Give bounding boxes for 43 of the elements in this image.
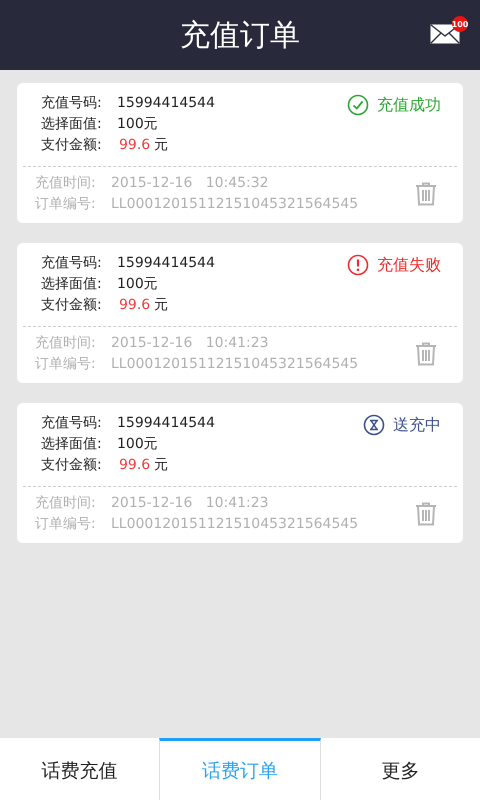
currency-unit: 元 (154, 456, 168, 475)
order-number: LL00012015112151045321564545 (111, 355, 358, 374)
field-label: 选择面值: (41, 115, 103, 134)
field-label: 充值时间: (35, 334, 97, 353)
order-status: 送充中 (393, 414, 441, 436)
currency-unit: 元 (154, 296, 168, 315)
phone-number: 15994414544 (117, 414, 215, 433)
payment-amount: 99.6 (119, 296, 150, 315)
field-label: 选择面值: (41, 435, 103, 454)
face-value: 100元 (117, 115, 158, 134)
phone-number: 15994414544 (117, 254, 215, 273)
field-label: 订单编号: (35, 195, 97, 214)
trash-icon[interactable] (415, 182, 437, 206)
order-status: 充值失败 (377, 254, 441, 276)
tab[interactable]: 更多 (320, 738, 480, 800)
field-label: 充值号码: (41, 94, 103, 113)
face-value: 100元 (117, 275, 158, 294)
notification-badge: 100 (452, 16, 468, 32)
field-label: 支付金额: (41, 136, 103, 155)
recharge-time: 2015-12-16 10:41:23 (111, 334, 269, 353)
field-label: 支付金额: (41, 296, 103, 315)
field-label: 订单编号: (35, 515, 97, 534)
tab[interactable]: 话费充值 (0, 738, 160, 800)
payment-amount: 99.6 (119, 136, 150, 155)
trash-icon[interactable] (415, 342, 437, 366)
order-number: LL00012015112151045321564545 (111, 515, 358, 534)
field-label: 订单编号: (35, 355, 97, 374)
trash-icon[interactable] (415, 502, 437, 526)
field-label: 充值时间: (35, 494, 97, 513)
currency-unit: 元 (154, 136, 168, 155)
page-title: 充值订单 (180, 16, 300, 54)
field-label: 支付金额: (41, 456, 103, 475)
field-label: 充值号码: (41, 414, 103, 433)
field-label: 充值号码: (41, 254, 103, 273)
field-label: 选择面值: (41, 275, 103, 294)
recharge-time: 2015-12-16 10:41:23 (111, 494, 269, 513)
order-number: LL00012015112151045321564545 (111, 195, 358, 214)
order-status: 充值成功 (377, 94, 441, 116)
recharge-time: 2015-12-16 10:45:32 (111, 174, 269, 193)
field-label: 充值时间: (35, 174, 97, 193)
face-value: 100元 (117, 435, 158, 454)
payment-amount: 99.6 (119, 456, 150, 475)
phone-number: 15994414544 (117, 94, 215, 113)
